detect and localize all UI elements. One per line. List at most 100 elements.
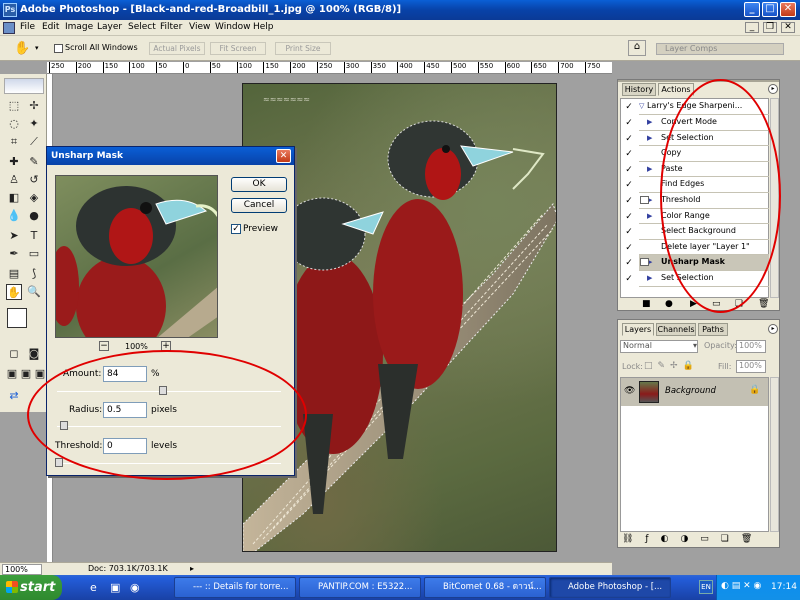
- palette-well-icon[interactable]: ⌂: [628, 40, 646, 56]
- layer-name[interactable]: Background: [665, 386, 716, 396]
- path-selection-tool-icon[interactable]: ➤: [6, 228, 22, 244]
- expand-arrow-icon[interactable]: ▶: [639, 209, 652, 223]
- magic-wand-tool-icon[interactable]: ✦: [26, 116, 42, 132]
- task-photoshop[interactable]: Adobe Photoshop - [...: [549, 577, 671, 598]
- menu-filter[interactable]: Filter: [160, 22, 182, 32]
- zoom-out-button[interactable]: −: [99, 341, 109, 351]
- expand-arrow-icon[interactable]: ▶: [639, 271, 652, 285]
- shape-tool-icon[interactable]: ▭: [26, 246, 42, 262]
- stop-icon[interactable]: ■: [642, 299, 651, 309]
- dialog-toggle-icon[interactable]: [640, 258, 649, 267]
- layer-comps-tab[interactable]: Layer Comps: [656, 43, 784, 55]
- marquee-tool-icon[interactable]: ⬚: [6, 98, 22, 114]
- preview-image[interactable]: [55, 175, 218, 338]
- menu-select[interactable]: Select: [128, 22, 156, 32]
- foreground-color-swatch[interactable]: [7, 308, 27, 328]
- fit-screen-button[interactable]: Fit Screen: [210, 42, 266, 55]
- action-toggle-checkbox[interactable]: ✓: [623, 164, 635, 176]
- quick-mask-mode-icon[interactable]: ◙: [26, 346, 42, 362]
- preview-checkbox[interactable]: ✓: [231, 224, 241, 234]
- action-toggle-checkbox[interactable]: ✓: [623, 148, 635, 160]
- type-tool-icon[interactable]: T: [26, 228, 42, 244]
- history-brush-tool-icon[interactable]: ↺: [26, 172, 42, 188]
- trash-icon[interactable]: 🗑: [758, 299, 769, 309]
- menu-edit[interactable]: Edit: [42, 22, 59, 32]
- language-indicator[interactable]: EN: [699, 580, 713, 594]
- healing-brush-tool-icon[interactable]: ✚: [6, 154, 22, 170]
- layers-menu-icon[interactable]: ▸: [768, 324, 778, 334]
- fill-input[interactable]: 100%: [736, 360, 766, 373]
- blur-tool-icon[interactable]: 💧: [6, 208, 22, 224]
- doc-close-button[interactable]: ✕: [781, 22, 795, 33]
- imageready-jump-icon[interactable]: ⇄: [6, 388, 22, 404]
- layers-scrollbar[interactable]: [770, 377, 779, 532]
- move-tool-icon[interactable]: ✢: [26, 98, 42, 114]
- tray-icons[interactable]: ◐ ▤ ✕ ◉: [721, 581, 761, 591]
- menu-layer[interactable]: Layer: [97, 22, 122, 32]
- action-toggle-checkbox[interactable]: ✓: [623, 211, 635, 223]
- menu-help[interactable]: Help: [253, 22, 274, 32]
- opacity-input[interactable]: 100%: [736, 340, 766, 353]
- menu-window[interactable]: Window: [215, 22, 251, 32]
- actual-pixels-button[interactable]: Actual Pixels: [149, 42, 205, 55]
- menu-image[interactable]: Image: [65, 22, 93, 32]
- cancel-button[interactable]: Cancel: [231, 198, 287, 213]
- eye-icon[interactable]: 👁: [624, 386, 635, 396]
- status-arrow-icon[interactable]: ▸: [190, 564, 194, 573]
- task-torrent[interactable]: --- :: Details for torre...: [174, 577, 296, 598]
- doc-minimize-button[interactable]: _: [745, 22, 759, 33]
- brush-tool-icon[interactable]: ✎: [26, 154, 42, 170]
- layers-bottom-bar[interactable]: ⛓ƒ◐◑▭❏🗑: [622, 534, 777, 546]
- blend-mode-select[interactable]: Normal ▾: [620, 340, 698, 353]
- threshold-slider-thumb[interactable]: [55, 458, 63, 467]
- record-icon[interactable]: ●: [665, 299, 673, 309]
- print-size-button[interactable]: Print Size: [275, 42, 331, 55]
- minimize-button[interactable]: _: [744, 2, 760, 17]
- eraser-tool-icon[interactable]: ◧: [6, 190, 22, 206]
- expand-arrow-icon[interactable]: ▶: [639, 131, 652, 145]
- lasso-tool-icon[interactable]: ◌: [6, 116, 22, 132]
- menu-file[interactable]: File: [20, 22, 35, 32]
- ok-button[interactable]: OK: [231, 177, 287, 192]
- slice-tool-icon[interactable]: ⟋: [26, 134, 42, 150]
- document-icon[interactable]: [3, 22, 15, 34]
- tab-history[interactable]: History: [622, 83, 656, 96]
- tab-layers[interactable]: Layers: [622, 323, 654, 336]
- scroll-all-checkbox[interactable]: [54, 44, 63, 53]
- crop-tool-icon[interactable]: ⌗: [6, 134, 22, 150]
- panel-menu-icon[interactable]: ▸: [768, 84, 778, 94]
- pen-tool-icon[interactable]: ✒: [6, 246, 22, 262]
- action-toggle-checkbox[interactable]: ✓: [623, 257, 635, 269]
- tab-paths[interactable]: Paths: [698, 323, 728, 336]
- standard-mode-icon[interactable]: ◻: [6, 346, 22, 362]
- action-toggle-checkbox[interactable]: ✓: [623, 226, 635, 238]
- dialog-close-button[interactable]: ✕: [276, 149, 291, 163]
- action-toggle-checkbox[interactable]: ✓: [623, 242, 635, 254]
- dodge-tool-icon[interactable]: ●: [26, 208, 42, 224]
- action-toggle-checkbox[interactable]: ✓: [623, 179, 635, 191]
- dialog-toggle-icon[interactable]: [640, 196, 649, 204]
- lock-icons[interactable]: □✎✢🔒: [644, 361, 699, 371]
- hand-tool-button-icon[interactable]: ✋: [6, 284, 22, 300]
- tab-actions[interactable]: Actions: [658, 83, 694, 96]
- action-toggle-checkbox[interactable]: ✓: [623, 133, 635, 145]
- tool-preset-arrow-icon[interactable]: ▾: [35, 44, 39, 52]
- menu-view[interactable]: View: [189, 22, 210, 32]
- quicklaunch-media-icon[interactable]: ◉: [130, 581, 140, 594]
- action-toggle-checkbox[interactable]: ✓: [623, 195, 635, 207]
- doc-restore-button[interactable]: ❐: [763, 22, 777, 33]
- action-toggle-checkbox[interactable]: ✓: [623, 273, 635, 285]
- clone-stamp-tool-icon[interactable]: ♙: [6, 172, 22, 188]
- hand-tool-icon[interactable]: ✋: [14, 41, 30, 56]
- zoom-tool-icon[interactable]: 🔍: [26, 284, 42, 300]
- close-button[interactable]: ✕: [780, 2, 796, 17]
- action-toggle-checkbox[interactable]: ✓: [623, 117, 635, 129]
- expand-arrow-icon[interactable]: ▶: [639, 162, 652, 176]
- notes-tool-icon[interactable]: ▤: [6, 266, 22, 282]
- expand-arrow-icon[interactable]: ▶: [639, 115, 652, 129]
- action-set-checkbox[interactable]: ✓: [623, 101, 635, 113]
- layer-row-background[interactable]: 👁 Background 🔒: [621, 378, 768, 406]
- tab-channels[interactable]: Channels: [656, 323, 696, 336]
- task-bitcomet[interactable]: BitComet 0.68 - ดาวน์...: [424, 577, 546, 598]
- task-pantip[interactable]: PANTIP.COM : E5322...: [299, 577, 421, 598]
